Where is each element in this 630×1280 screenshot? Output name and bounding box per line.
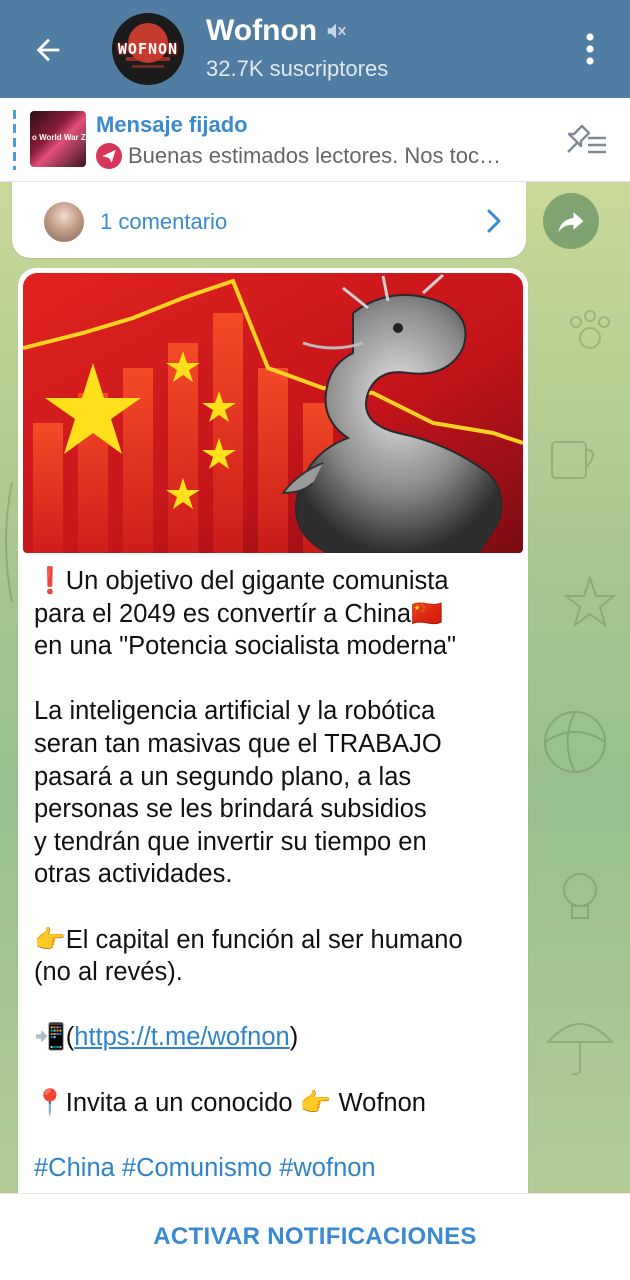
message-line: en una "Potencia socialista moderna": [34, 630, 514, 663]
comments-button[interactable]: 1 comentario: [12, 182, 526, 258]
share-arrow-icon: [558, 212, 584, 233]
channel-title[interactable]: Wofnon: [206, 14, 347, 48]
message-line-text: Wofnon: [331, 1088, 426, 1117]
pinned-preview: Buenas estimados lectores. Nos toc…: [96, 143, 546, 169]
back-button[interactable]: [22, 24, 74, 76]
message-line-text: Un objetivo del gigante comunista: [65, 567, 449, 595]
emoji-icon: 📲: [34, 1022, 66, 1053]
more-options-button[interactable]: [572, 26, 608, 72]
more-vertical-icon: [586, 33, 594, 65]
message-line-text: pasará a un segundo plano, a las: [34, 762, 412, 791]
link-prefix: (: [65, 1023, 75, 1052]
pinned-sender-icon: [96, 143, 122, 169]
bottom-action-bar: ACTIVAR NOTIFICACIONES: [0, 1193, 630, 1280]
message-line: (no al revés).: [34, 956, 514, 989]
message-line: pasará a un segundo plano, a las: [34, 761, 514, 794]
doodle-ball-icon: [544, 711, 606, 773]
pinned-preview-text: Buenas estimados lectores. Nos toc…: [128, 143, 501, 168]
emoji-icon: 🇨🇳: [411, 598, 443, 629]
message-line: para el 2049 es convertír a China🇨🇳: [34, 598, 514, 631]
pinned-indicator: [13, 110, 16, 170]
chevron-right-icon: [487, 209, 501, 233]
link-suffix: ): [289, 1023, 299, 1052]
emoji-icon: 👉: [34, 924, 66, 955]
message-line: seran tan masivas que el TRABAJO: [34, 728, 514, 761]
doodle-paw-icon: [570, 310, 610, 349]
muted-speaker-icon: [327, 23, 346, 39]
message-line-text: Invita a un conocido: [65, 1088, 300, 1117]
share-button[interactable]: [543, 193, 599, 249]
emoji-icon: ❗: [34, 566, 66, 596]
doodle-bulb-icon: [563, 873, 597, 919]
message-line-text: seran tan masivas que el TRABAJO: [34, 729, 442, 758]
message-line-text: El capital en función al ser humano: [65, 925, 463, 954]
message-line: La inteligencia artificial y la robótica: [34, 695, 514, 728]
channel-avatar[interactable]: WOFNON: [112, 13, 184, 85]
message-bubble[interactable]: ❗Un objetivo del gigante comunista para e…: [18, 268, 528, 1228]
emoji-icon: 👉: [299, 1087, 332, 1118]
commenter-avatar: [42, 200, 86, 244]
pinned-message-bar[interactable]: o World War Zo Mensaje fijado Buenas est…: [0, 98, 630, 182]
message-line: 📲(https://t.me/wofnon): [34, 1021, 514, 1054]
doodle-cup-icon: [551, 441, 594, 479]
channel-link[interactable]: https://t.me/wofnon: [74, 1023, 289, 1051]
comments-count: 1 comentario: [100, 209, 228, 234]
enable-notifications-button[interactable]: ACTIVAR NOTIFICACIONES: [153, 1223, 477, 1251]
channel-name: Wofnon: [206, 14, 318, 47]
message-text: ❗Un objetivo del gigante comunista para e…: [34, 565, 514, 1184]
message-line-text: (no al revés).: [34, 958, 183, 987]
channel-logo-text: WOFNON: [117, 40, 179, 58]
message-image[interactable]: [23, 273, 523, 553]
message-line: y tendrán que invertir su tiempo en: [34, 826, 514, 859]
message-line: 📍Invita a un conocido 👉 Wofnon: [34, 1087, 514, 1120]
message-line-text: en una "Potencia socialista moderna": [34, 632, 457, 661]
emoji-icon: 📍: [34, 1087, 66, 1118]
china-dragon-image: [23, 273, 523, 553]
message-line: #China #Comunismo #wofnon: [34, 1152, 514, 1185]
chat-header: WOFNON Wofnon 32.7K suscriptores: [0, 0, 630, 98]
message-line: otras actividades.: [34, 858, 514, 891]
message-line: personas se les brindará subsidios: [34, 793, 514, 826]
message-line-text: para el 2049 es convertír a China: [34, 599, 412, 628]
doodle-umbrella-icon: [545, 1023, 615, 1076]
message-line-text: La inteligencia artificial y la robótica: [34, 697, 436, 726]
message-line-text: y tendrán que invertir su tiempo en: [34, 827, 427, 856]
pinned-thumbnail-text: o World War Zo: [32, 133, 86, 142]
arrow-left-icon: [36, 38, 60, 62]
message-line: 👉El capital en función al ser humano: [34, 924, 514, 957]
pinned-title: Mensaje fijado: [96, 112, 248, 137]
pinned-list-icon[interactable]: [562, 122, 608, 158]
message-line: ❗Un objetivo del gigante comunista: [34, 565, 514, 598]
subscriber-count: 32.7K suscriptores: [206, 56, 389, 81]
message-line-text: otras actividades.: [34, 860, 233, 889]
message-line-text: personas se les brindará subsidios: [34, 795, 427, 824]
doodle-star-icon: [563, 574, 617, 628]
hashtags[interactable]: #China #Comunismo #wofnon: [34, 1154, 376, 1182]
pinned-thumbnail: o World War Zo: [30, 111, 86, 167]
